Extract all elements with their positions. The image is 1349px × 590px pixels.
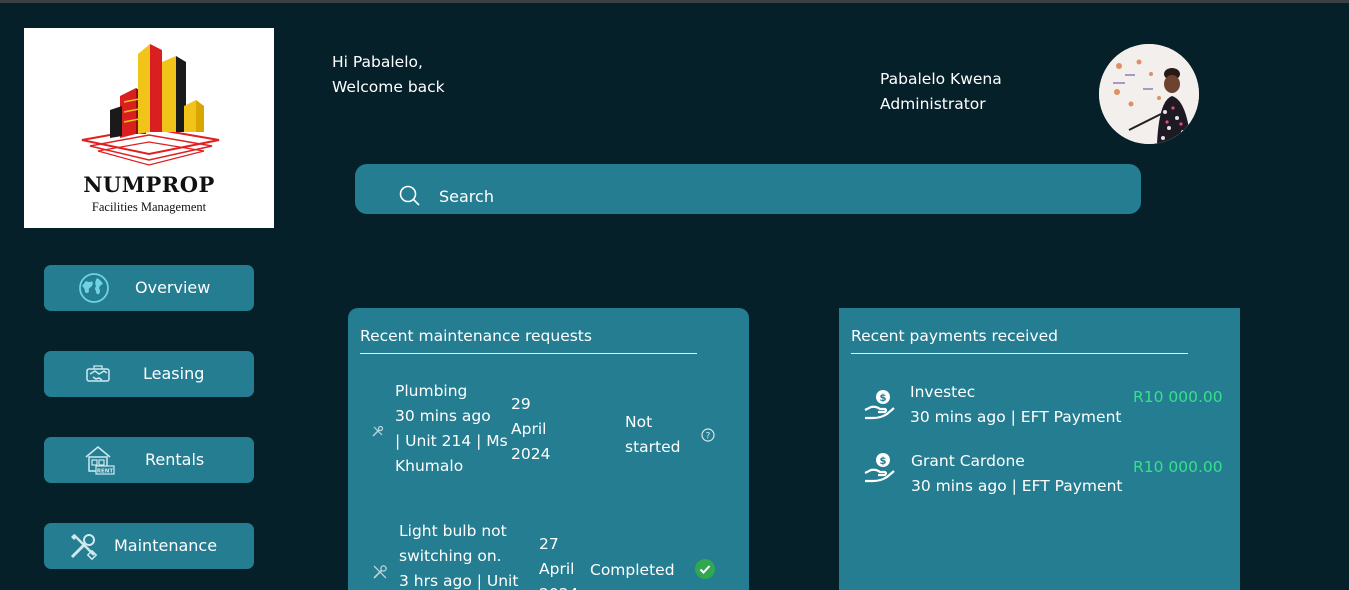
payments-card: Recent payments received $ Investec 30 m… — [839, 308, 1240, 590]
user-role: Administrator — [880, 95, 986, 113]
avatar[interactable] — [1099, 44, 1199, 144]
maintenance-card: Recent maintenance requests Plumbing 30 … — [348, 308, 749, 590]
payment-1-amount: R10 000.00 — [1133, 388, 1223, 406]
globe-icon — [79, 273, 109, 303]
money-hand-icon: $ — [864, 453, 895, 483]
search-bar[interactable] — [355, 164, 1141, 214]
payment-1-meta: 30 mins ago | EFT Payment — [910, 408, 1122, 426]
nav-rentals-button[interactable]: RENT Rentals — [44, 437, 254, 483]
user-photo — [1099, 44, 1199, 144]
user-info: Pabalelo Kwena Administrator — [880, 67, 1002, 117]
window-top-border — [0, 0, 1349, 3]
payment-2-info[interactable]: Grant Cardone 30 mins ago | EFT Payment — [911, 449, 1122, 499]
payment-1-info[interactable]: Investec 30 mins ago | EFT Payment — [910, 380, 1121, 430]
payment-2-meta: 30 mins ago | EFT Payment — [911, 477, 1123, 495]
svg-text:?: ? — [706, 431, 711, 441]
title-divider — [851, 353, 1188, 354]
nav-overview-label: Overview — [135, 278, 211, 297]
question-circle-icon[interactable]: ? — [701, 428, 715, 442]
user-name: Pabalelo Kwena — [880, 70, 1002, 88]
greeting: Hi Pabalelo, Welcome back — [332, 50, 445, 100]
request-2-date: 27 April 2024 — [539, 535, 578, 590]
payment-2-name: Grant Cardone — [911, 452, 1025, 470]
logo-name: NUMPROP — [83, 172, 215, 197]
nav-rentals-label: Rentals — [145, 450, 205, 469]
maintenance-card-title: Recent maintenance requests — [360, 327, 592, 345]
payments-card-title: Recent payments received — [851, 327, 1059, 345]
wrench-icon — [372, 425, 384, 437]
rent-house-icon: RENT — [85, 445, 115, 475]
payment-2-amount: R10 000.00 — [1133, 458, 1223, 476]
nav-maintenance-label: Maintenance — [114, 536, 218, 555]
money-hand-icon: $ — [864, 390, 895, 420]
request-1-date: 29 April 2024 — [511, 395, 551, 463]
company-logo: NUMPROP Facilities Management — [24, 28, 274, 228]
nav-leasing-label: Leasing — [143, 364, 205, 383]
request-2-status: Completed — [590, 561, 675, 579]
request-1-status: Not started — [625, 413, 681, 456]
nav-maintenance-button[interactable]: Maintenance — [44, 523, 254, 569]
logo-subtitle: Facilities Management — [91, 200, 207, 214]
nav-leasing-button[interactable]: Leasing — [44, 351, 254, 397]
title-divider — [360, 353, 697, 354]
svg-text:RENT: RENT — [97, 469, 114, 475]
search-icon[interactable] — [399, 185, 421, 207]
svg-text:$: $ — [880, 393, 887, 404]
search-input[interactable] — [439, 184, 1039, 208]
greeting-line-2: Welcome back — [332, 78, 445, 96]
svg-text:$: $ — [880, 456, 887, 467]
handshake-icon — [86, 365, 110, 382]
greeting-line-1: Hi Pabalelo, — [332, 53, 423, 71]
nav-overview-button[interactable]: Overview — [44, 265, 254, 311]
building-logo-icon — [81, 44, 220, 166]
request-2-description[interactable]: Light bulb not switching on. 3 hrs ago |… — [399, 519, 518, 590]
request-1-description[interactable]: Plumbing 30 mins ago | Unit 214 | Ms Khu… — [395, 379, 508, 479]
tools-icon — [70, 534, 98, 561]
wrench-icon — [373, 565, 387, 579]
payment-1-name: Investec — [910, 383, 976, 401]
check-circle-icon — [695, 559, 715, 579]
